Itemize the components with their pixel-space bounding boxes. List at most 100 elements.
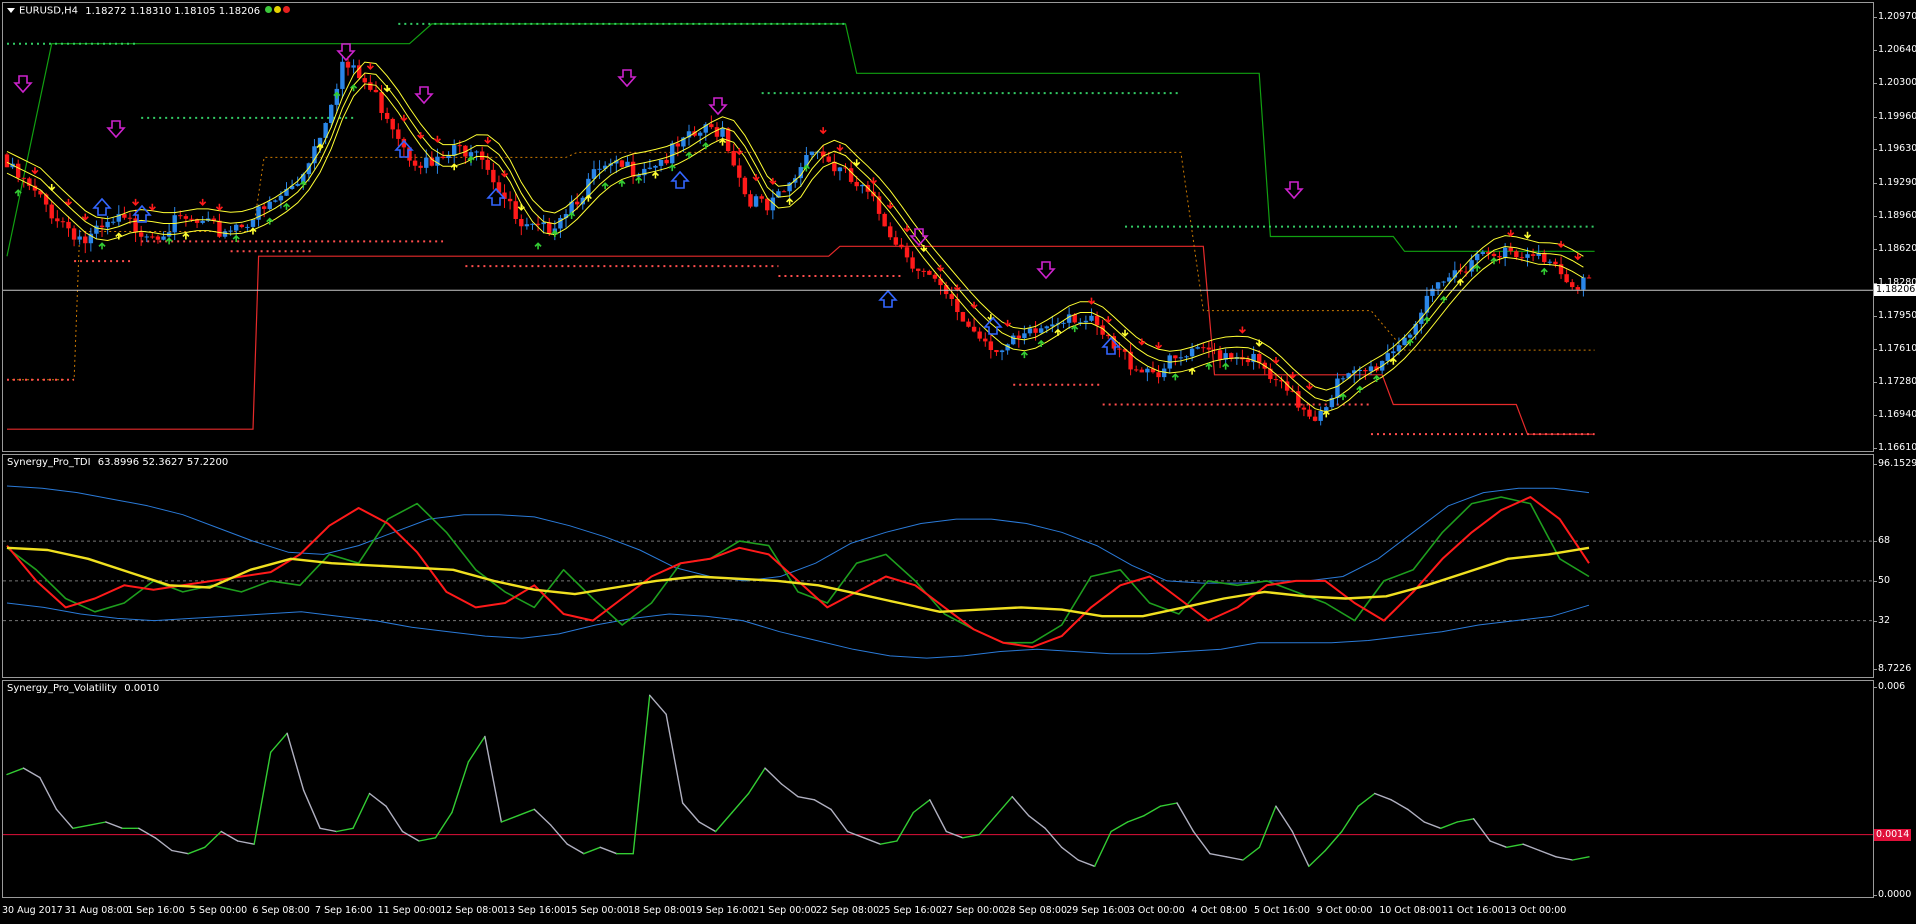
price-tick-label: 1.16610 — [1878, 442, 1916, 453]
tdi-tick-label: 50 — [1878, 574, 1891, 586]
price-axis[interactable]: 1.20970 1.20640 1.20300 1.19960 1.19630 1.192… — [1874, 0, 1916, 924]
volatility-line-segment — [1060, 846, 1079, 861]
time-tick-label: 3 Oct 00:00 — [1128, 905, 1185, 916]
candle-body — [373, 89, 379, 93]
down-trend-arrow-icon — [1238, 326, 1246, 334]
candle-body — [1564, 274, 1569, 283]
candle-body — [452, 145, 457, 156]
volatility-line-segment — [204, 830, 222, 849]
down-trend-arrow-icon — [1523, 231, 1532, 239]
tdi-indicator-pane[interactable]: Synergy_Pro_TDI 63.8996 52.3627 57.2200 — [2, 454, 1874, 678]
price-tick-label: 1.19290 — [1878, 177, 1916, 189]
volatility-line-segment — [583, 846, 601, 855]
candle-body — [854, 181, 859, 187]
chevron-down-icon[interactable] — [7, 8, 15, 13]
candle-body — [200, 220, 205, 223]
candle-body — [826, 156, 831, 162]
candle-body — [1530, 254, 1536, 256]
candle-body — [720, 128, 725, 137]
candle-body — [697, 132, 703, 136]
candle-body — [329, 104, 334, 124]
price-chart-pane[interactable]: EURUSD,H4 1.18272 1.18310 1.18105 1.1820… — [2, 2, 1874, 452]
candle-body — [748, 194, 753, 207]
up-trend-arrow-icon — [1020, 350, 1028, 359]
price-tick-label: 1.19960 — [1878, 110, 1916, 122]
down-trend-arrow-icon — [48, 183, 56, 192]
candle-body — [915, 268, 921, 271]
tdi-tick-label: 96.1529 — [1878, 458, 1916, 469]
volatility-line-segment — [863, 837, 882, 845]
tdi-canvas[interactable] — [3, 455, 1874, 678]
volatility-name: Synergy_Pro_Volatility — [7, 683, 118, 694]
time-tick-label: 31 Aug 08:00 — [64, 905, 129, 916]
time-tick-label: 30 Aug 2017 — [2, 905, 63, 916]
up-trend-arrow-icon — [651, 171, 660, 179]
candle-body — [1217, 350, 1223, 360]
candle-body — [1245, 359, 1251, 363]
time-axis[interactable]: 30 Aug 2017 31 Aug 08:00 1 Sep 16:00 5 Sep … — [0, 898, 1874, 924]
up-trend-arrow-icon — [1406, 338, 1414, 346]
time-tick-label: 4 Oct 08:00 — [1191, 905, 1248, 916]
volatility-line-segment — [302, 789, 321, 830]
candle-body — [250, 219, 256, 227]
mt4-chart-window[interactable]: EURUSD,H4 1.18272 1.18310 1.18105 1.1820… — [0, 0, 1916, 924]
volatility-canvas[interactable] — [3, 681, 1874, 898]
time-tick-label: 5 Sep 00:00 — [189, 905, 248, 916]
candle-body — [189, 218, 194, 220]
price-tick-label: 1.17280 — [1878, 375, 1916, 387]
candle-body — [731, 150, 736, 166]
buy-signal-arrow-icon — [670, 170, 690, 189]
candle-body — [1435, 282, 1441, 289]
candle-body — [1514, 251, 1519, 258]
volatility-line-segment — [1275, 805, 1294, 833]
candle-body — [714, 127, 720, 137]
candle-body — [574, 201, 580, 205]
down-trend-arrow-icon — [752, 174, 760, 182]
tdi-upper-band — [6, 485, 1590, 584]
volatility-line-segment — [1225, 856, 1244, 861]
candles-group — [4, 55, 1592, 426]
volatility-line-segment — [1374, 792, 1392, 801]
volatility-line-segment — [1390, 799, 1409, 811]
candle-body — [15, 163, 21, 178]
volatility-line-segment — [434, 811, 453, 839]
volatility-label: Synergy_Pro_Volatility 0.0010 — [7, 683, 159, 694]
candle-body — [60, 221, 66, 223]
candle-body — [1161, 368, 1167, 378]
volatility-line-segment — [764, 767, 783, 785]
candle-body — [619, 160, 625, 167]
down-trend-arrow-icon — [1154, 342, 1163, 350]
candle-body — [1117, 348, 1122, 350]
candle-body — [1201, 347, 1206, 349]
candle-body — [457, 145, 462, 147]
candle-body — [312, 146, 317, 164]
volatility-indicator-pane[interactable]: Synergy_Pro_Volatility 0.0010 — [2, 680, 1874, 898]
up-trend-arrow-icon — [786, 197, 794, 205]
candle-body — [1301, 407, 1307, 410]
candle-body — [21, 177, 26, 179]
candle-body — [630, 161, 636, 177]
volatility-line-segment — [929, 799, 948, 833]
candle-body — [530, 223, 535, 225]
volatility-line-segment — [731, 792, 750, 814]
volatility-line-segment — [995, 795, 1013, 817]
candle-body — [899, 244, 904, 248]
volatility-line-segment — [698, 821, 717, 833]
volatility-line-segment — [237, 840, 255, 845]
up-trend-arrow-icon — [282, 202, 291, 210]
volatility-line-segment — [1538, 849, 1557, 858]
price-chart-canvas[interactable] — [3, 3, 1874, 452]
price-tick-label: 1.19630 — [1878, 143, 1916, 155]
volatility-line-segment — [1044, 827, 1063, 849]
candle-body — [155, 236, 161, 240]
price-tick-label: 1.16940 — [1878, 409, 1916, 421]
candle-body — [122, 214, 127, 218]
sell-signal-arrow-icon — [414, 86, 434, 105]
volatility-tick-label: 0.0000 — [1878, 889, 1912, 900]
price-tick-label: 1.17610 — [1878, 343, 1916, 355]
time-tick-label: 11 Sep 00:00 — [377, 905, 442, 916]
volatility-line-segment — [1571, 856, 1590, 861]
candle-body — [1273, 379, 1279, 381]
up-trend-arrow-icon — [1456, 278, 1464, 286]
down-trend-arrow-icon — [132, 198, 140, 206]
